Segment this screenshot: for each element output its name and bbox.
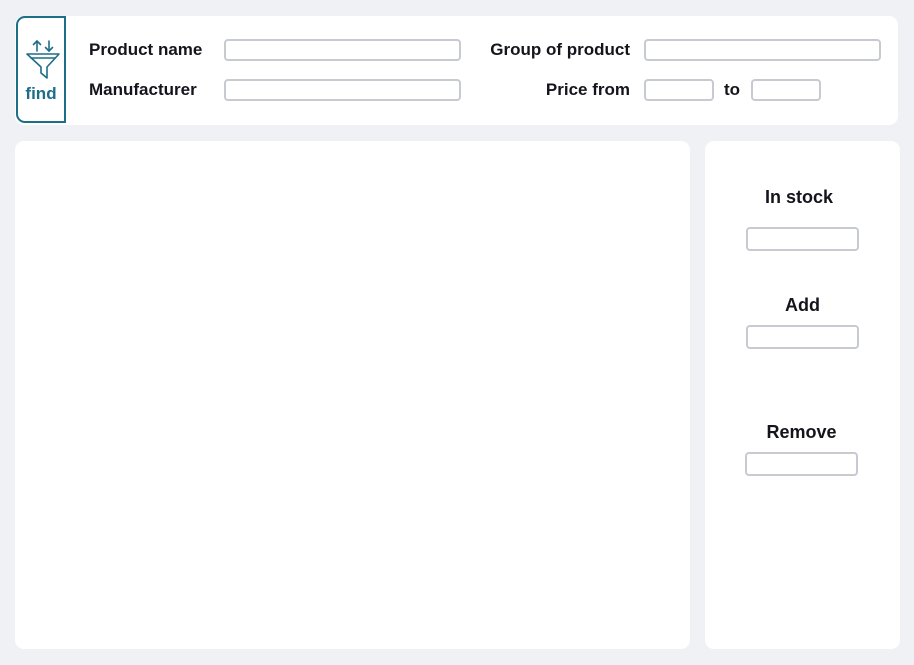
manufacturer-input[interactable] [224, 79, 461, 101]
group-of-product-input[interactable] [644, 39, 881, 61]
price-to-label: to [724, 80, 741, 99]
add-label: Add [785, 295, 820, 315]
in-stock-input[interactable] [746, 227, 859, 251]
price-from-label: Price from [545, 80, 630, 99]
find-label: find [25, 84, 57, 103]
manufacturer-label: Manufacturer [89, 80, 197, 99]
stock-panel [705, 141, 900, 649]
add-input[interactable] [746, 325, 859, 349]
price-from-input[interactable] [644, 79, 714, 101]
group-of-product-label: Group of product [490, 40, 630, 59]
filter-panel [15, 16, 898, 125]
price-to-input[interactable] [751, 79, 821, 101]
funnel-sort-icon [26, 40, 60, 79]
product-list[interactable] [15, 141, 690, 649]
product-name-label: Product name [89, 40, 203, 59]
product-name-input[interactable] [224, 39, 461, 61]
remove-input[interactable] [745, 452, 858, 476]
in-stock-label: In stock [764, 187, 834, 207]
remove-label: Remove [766, 422, 837, 442]
find-button[interactable]: find [16, 16, 66, 123]
